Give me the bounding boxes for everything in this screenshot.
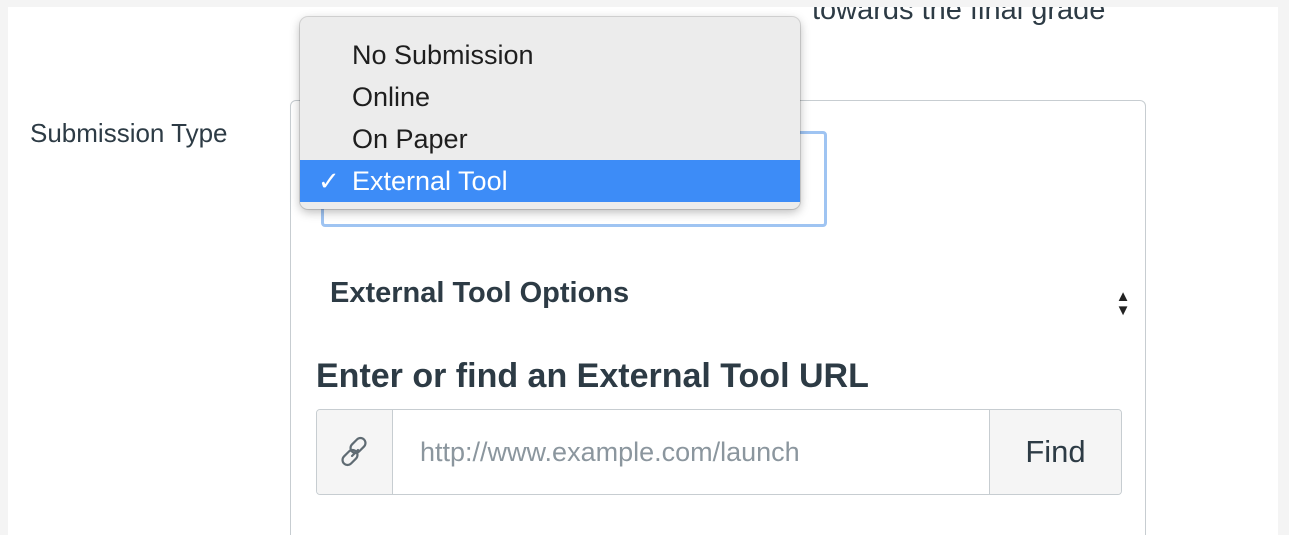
find-button[interactable]: Find [989,410,1121,494]
external-tool-url-input[interactable] [394,410,992,494]
link-icon-addon [317,410,393,494]
dropdown-option-no-submission[interactable]: No Submission [300,34,800,76]
external-tool-url-title: Enter or find an External Tool URL [316,357,869,395]
truncated-description-text: towards the final grade [812,7,1106,26]
dropdown-option-label: No Submission [352,40,534,70]
dropdown-option-label: External Tool [352,166,508,196]
dropdown-option-label: On Paper [352,124,468,154]
submission-type-label: Submission Type [30,118,228,148]
submission-type-dropdown: No Submission Online On Paper ✓ External… [300,17,800,209]
link-icon [341,436,367,467]
dropdown-option-online[interactable]: Online [300,76,800,118]
assignment-edit-page: towards the final grade Submission Type … [8,7,1278,535]
external-tool-options-title: External Tool Options [330,277,630,309]
select-arrows-icon: ▲ ▼ [1115,288,1131,319]
checkmark-icon: ✓ [318,166,340,196]
dropdown-option-label: Online [352,82,431,112]
dropdown-option-on-paper[interactable]: On Paper [300,118,800,160]
external-tool-url-group: Find [316,409,1122,495]
dropdown-option-external-tool[interactable]: ✓ External Tool [300,160,800,202]
